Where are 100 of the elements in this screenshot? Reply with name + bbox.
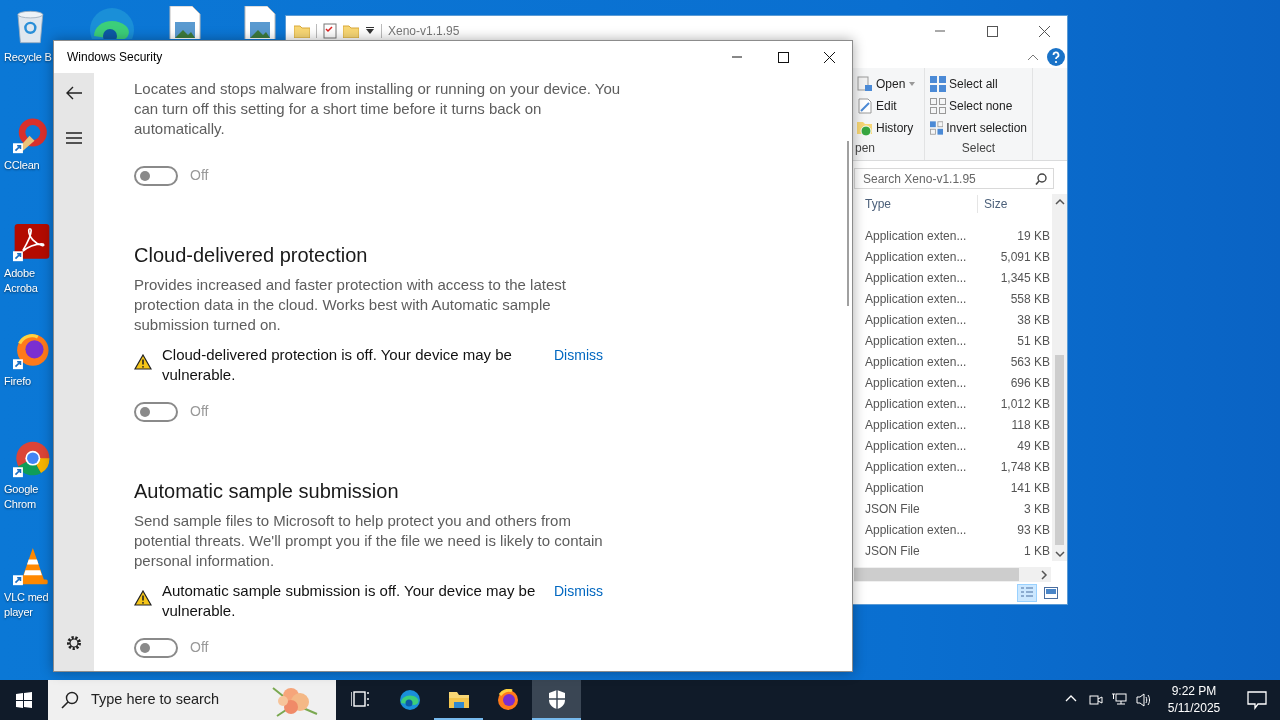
toggle-label: Off <box>190 166 209 185</box>
fox-browser-icon[interactable] <box>497 688 518 710</box>
table-cell-text: 118 KB <box>1010 416 1051 434</box>
edit-button[interactable]: Edit <box>855 95 921 117</box>
invert-selection-icon[interactable] <box>930 120 944 136</box>
table-cell-text: 1 KB <box>1023 542 1051 560</box>
caret-icon[interactable] <box>908 81 917 87</box>
table-cell-text: 1,012 KB <box>999 395 1051 413</box>
warning-icon <box>134 590 152 606</box>
open-button[interactable]: Open <box>855 73 921 95</box>
image-file-icon[interactable] <box>243 6 277 39</box>
dropdown-icon[interactable] <box>365 27 375 35</box>
maximize-icon[interactable] <box>777 51 789 63</box>
table-cell-text: Application exten... <box>864 290 968 308</box>
open-file-icon[interactable] <box>857 76 873 92</box>
icon-label[interactable]: Firefo <box>4 374 31 389</box>
settings-icon[interactable] <box>65 634 83 652</box>
scrollbar-thumb[interactable] <box>854 568 1019 581</box>
table-cell-text: Application exten... <box>864 374 968 392</box>
table-cell-text: Application exten... <box>864 227 968 245</box>
maximize-icon[interactable] <box>986 25 998 37</box>
icon-label[interactable]: VLC med player <box>4 590 49 620</box>
icon-label[interactable]: CClean <box>4 158 40 173</box>
window-title: Windows Security <box>67 49 163 66</box>
scrollbar[interactable] <box>854 567 1051 582</box>
shield-icon[interactable] <box>546 688 567 710</box>
close-icon[interactable] <box>823 51 835 63</box>
search-field[interactable]: Type here to search <box>89 688 259 712</box>
table-cell-text: 563 KB <box>1009 353 1051 371</box>
history-icon[interactable] <box>857 120 873 136</box>
icon-label[interactable]: Recycle B <box>4 50 52 65</box>
close-icon[interactable] <box>1038 25 1050 37</box>
back-arrow-icon[interactable] <box>65 85 83 101</box>
image-file-icon[interactable] <box>168 6 202 39</box>
window-title: Xeno-v1.1.95 <box>388 23 460 40</box>
table-cell-text: Application exten... <box>864 332 968 350</box>
table-cell-text: Application exten... <box>864 311 968 329</box>
scrollbar[interactable] <box>847 141 849 306</box>
traffic-cone-icon[interactable] <box>13 548 51 586</box>
wave-browser-icon[interactable] <box>399 688 420 710</box>
description-text: Send sample files to Microsoft to help protect you and others from potential threats. We'll prompt you if the file we need is likely to contain personal information. <box>134 511 604 571</box>
clock[interactable]: 9:22 PM 5/11/2025 <box>1156 683 1232 717</box>
section-heading: Automatic sample submission <box>134 479 400 504</box>
toggle-label: Off <box>190 402 209 421</box>
table-cell-text: Application exten... <box>864 437 968 455</box>
icon-label[interactable]: Google Chrom <box>4 482 39 512</box>
search-icon[interactable] <box>61 691 79 709</box>
collapse-ribbon-icon[interactable] <box>1027 53 1039 61</box>
help-icon[interactable] <box>1047 48 1065 66</box>
table-cell-text: Application exten... <box>864 248 968 266</box>
select-none-icon[interactable] <box>930 98 946 114</box>
shield-button[interactable] <box>532 680 581 720</box>
select-all-icon[interactable] <box>930 76 946 92</box>
search-icon[interactable] <box>1035 172 1047 185</box>
dismiss-link[interactable]: Dismiss <box>554 581 603 601</box>
column-header[interactable]: Size <box>978 195 1008 213</box>
network-icon[interactable] <box>1112 692 1128 708</box>
menu-icon[interactable] <box>65 131 83 145</box>
history-button[interactable]: History <box>855 117 921 139</box>
volume-icon[interactable] <box>1136 692 1152 708</box>
dismiss-link[interactable]: Dismiss <box>554 345 603 365</box>
search-box[interactable]: Search Xeno-v1.1.95 <box>854 168 1054 189</box>
scrollbar-thumb[interactable] <box>1055 355 1064 545</box>
properties-icon[interactable] <box>323 23 337 39</box>
pdf-app-icon[interactable] <box>13 224 51 262</box>
table-cell-text: 19 KB <box>1016 227 1051 245</box>
notification-icon[interactable] <box>1247 690 1267 710</box>
table-cell-text: 51 KB <box>1016 332 1051 350</box>
warning-icon <box>134 354 152 370</box>
table-cell-text: Application exten... <box>864 458 968 476</box>
table-cell-text: JSON File <box>864 542 921 560</box>
table-cell-text: Application <box>864 479 925 497</box>
invert-button[interactable]: Invert selection <box>928 117 1029 139</box>
camera-icon[interactable] <box>1088 692 1104 708</box>
warning-text: Automatic sample submission is off. Your device may be vulnerable. <box>162 581 537 621</box>
task-view-icon[interactable] <box>350 688 371 710</box>
description-text: Provides increased and faster protection with access to the latest protection data in the cloud. Works best with Automatic sample submission turned on. <box>134 275 567 335</box>
search-field[interactable]: Search Xeno-v1.1.95 <box>863 169 1035 188</box>
section-heading: Cloud-delivered protection <box>134 243 369 268</box>
select-all-button[interactable]: Select all <box>928 73 1029 95</box>
table-cell-text: Application exten... <box>864 353 968 371</box>
table-cell-text: 5,091 KB <box>999 248 1051 266</box>
folder-icon <box>294 24 310 38</box>
icon-label[interactable]: Adobe Acroba <box>4 266 38 296</box>
table-cell-text: 3 KB <box>1023 500 1051 518</box>
table-cell-text: 49 KB <box>1016 437 1051 455</box>
four-panes-icon[interactable] <box>16 692 32 708</box>
group-label: pen <box>855 140 877 157</box>
group-label: Select <box>960 140 997 157</box>
edit-file-icon[interactable] <box>857 98 873 114</box>
table-cell-text: JSON File <box>864 500 921 518</box>
scrollbar[interactable] <box>1052 194 1067 561</box>
select-none-button[interactable]: Select none <box>928 95 1029 117</box>
round-browser-icon[interactable] <box>13 440 51 478</box>
fox-browser-icon[interactable] <box>13 332 51 370</box>
table-cell-text: 696 KB <box>1009 374 1051 392</box>
table-cell-text: 1,748 KB <box>999 458 1051 476</box>
warning-text: Cloud-delivered protection is off. Your device may be vulnerable. <box>162 345 513 385</box>
search-box[interactable]: Type here to search <box>48 680 336 720</box>
table-cell-text: 141 KB <box>1009 479 1051 497</box>
